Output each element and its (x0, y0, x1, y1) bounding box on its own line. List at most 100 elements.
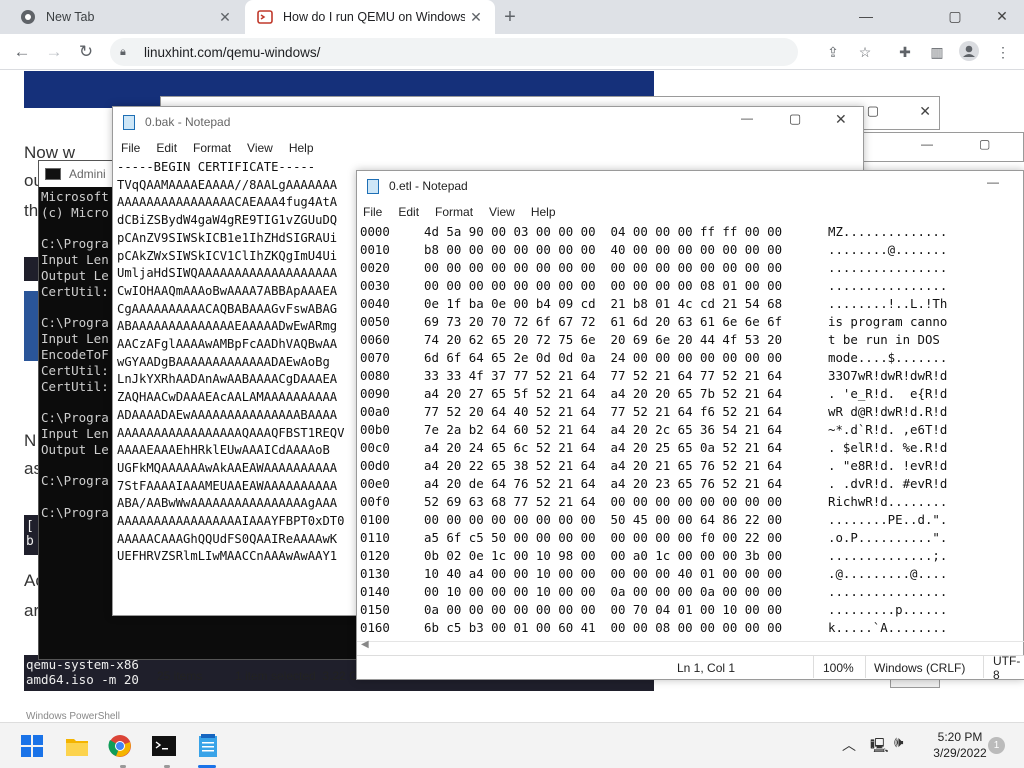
forward-icon[interactable]: → (42, 40, 66, 64)
hex-asc: . "e8R!d. !evR!d (828, 458, 948, 473)
close-icon[interactable]: ✕ (919, 103, 931, 120)
scroll-left-icon[interactable]: ◀ (361, 639, 369, 650)
hex-off: 0020 (360, 260, 390, 275)
hex-hex: 4d 5a 90 00 03 00 00 00 04 00 00 00 ff f… (424, 224, 783, 239)
hex-off: 00e0 (360, 476, 390, 491)
divider (983, 656, 984, 678)
tab-close-icon[interactable]: ✕ (214, 9, 236, 26)
hex-asc: ..............;. (828, 548, 948, 563)
clock-date[interactable]: 3/29/2022 (925, 746, 995, 760)
hex-hex: 00 00 00 00 00 00 00 00 50 45 00 00 64 8… (424, 512, 783, 527)
hex-hex: 00 10 00 00 00 10 00 00 0a 00 00 00 0a 0… (424, 584, 783, 599)
hex-asc: t be run in DOS (828, 332, 948, 347)
status-bar: Ln 1, Col 1 100% Windows (CRLF) UTF-8 (357, 653, 1024, 682)
hex-off: 0100 (360, 512, 390, 527)
hex-off: 00b0 (360, 422, 390, 437)
menu-help[interactable]: Help (289, 141, 314, 155)
hex-asc: 33O7wR!dwR!dwR!d (828, 368, 948, 383)
hex-row: 00c0 a4 20 24 65 6c 52 21 64 a4 20 25 65 … (360, 439, 1023, 457)
maximize-icon[interactable]: ▢ (979, 137, 990, 151)
maximize-icon[interactable]: ▢ (867, 103, 879, 119)
hex-hex: a4 20 de 64 76 52 21 64 a4 20 23 65 76 5… (424, 476, 783, 491)
hex-hex: 6d 6f 64 65 2e 0d 0d 0a 24 00 00 00 00 0… (424, 350, 783, 365)
window-title: 0.etl - Notepad (389, 179, 468, 193)
menu-file[interactable]: File (363, 205, 382, 219)
hex-asc: .@.........@.... (828, 566, 948, 581)
hex-row: 0000 4d 5a 90 00 03 00 00 00 04 00 00 00 … (360, 223, 1023, 241)
reload-icon[interactable]: ↻ (74, 40, 98, 64)
menu-format[interactable]: Format (193, 141, 231, 155)
hex-row: 00a0 77 52 20 64 40 52 21 64 77 52 21 64 … (360, 403, 1023, 421)
background-window: — ▢ (850, 132, 1024, 162)
article-text: ar (24, 601, 40, 620)
tab-new-tab[interactable]: New Tab ✕ (8, 0, 244, 34)
menu-kebab-icon[interactable]: ⋮ (992, 41, 1014, 63)
hex-off: 0060 (360, 332, 390, 347)
hex-off: 0150 (360, 602, 390, 617)
start-icon[interactable] (16, 730, 48, 762)
share-icon[interactable]: ⇪ (822, 41, 844, 63)
hex-row: 0060 74 20 62 65 20 72 75 6e 20 69 6e 20 … (360, 331, 1023, 349)
article-text: th (24, 201, 39, 220)
hex-hex: 0b 02 0e 1c 00 10 98 00 00 a0 1c 00 00 0… (424, 548, 783, 563)
close-button[interactable]: ✕ (835, 111, 847, 128)
divider (813, 656, 814, 678)
network-icon[interactable]: 🖳︎ (870, 735, 889, 759)
new-tab-button[interactable]: + (500, 6, 520, 29)
volume-icon[interactable]: 🕪︎ (894, 734, 903, 751)
notification-badge[interactable]: 1 (988, 737, 1005, 754)
notepad-etl-window[interactable]: 0.etl - Notepad — File Edit Format View … (356, 170, 1024, 682)
side-panel-icon[interactable]: ▥ (926, 41, 948, 63)
menu-format[interactable]: Format (435, 205, 473, 219)
status-zoom: 100% (823, 660, 854, 675)
minimize-button[interactable]: — (852, 4, 880, 28)
hex-hex: 74 20 62 65 20 72 75 6e 20 69 6e 20 44 4… (424, 332, 783, 347)
profile-avatar-icon[interactable] (958, 41, 980, 63)
notepad-icon (367, 178, 379, 194)
hex-hex: 33 33 4f 37 77 52 21 64 77 52 21 64 77 5… (424, 368, 783, 383)
clock-time[interactable]: 5:20 PM (925, 730, 995, 744)
address-bar[interactable]: 🔒︎ linuxhint.com/qemu-windows/ (110, 38, 798, 66)
maximize-button[interactable]: ▢ (789, 111, 801, 127)
notepad-taskbar-icon[interactable] (192, 730, 224, 762)
hex-asc: ................ (828, 278, 948, 293)
menu-edit[interactable]: Edit (156, 141, 177, 155)
back-icon[interactable]: ← (10, 40, 34, 64)
hex-asc: k.....`A........ (828, 620, 948, 635)
chrome-icon[interactable] (104, 730, 136, 762)
menu-file[interactable]: File (121, 141, 140, 155)
tab-close-icon[interactable]: ✕ (465, 9, 487, 26)
hex-off: 00c0 (360, 440, 390, 455)
extensions-icon[interactable]: ✚ (894, 41, 916, 63)
bookmark-star-icon[interactable]: ☆ (854, 41, 876, 63)
hex-off: 0050 (360, 314, 390, 329)
maximize-button[interactable]: ▢ (941, 4, 969, 28)
tab-active[interactable]: How do I run QEMU on Windows ✕ (245, 0, 495, 34)
text-editor[interactable]: 0000 4d 5a 90 00 03 00 00 00 04 00 00 00 … (357, 223, 1023, 639)
hex-row: 0130 10 40 a4 00 00 10 00 00 00 00 00 40 … (360, 565, 1023, 583)
hex-asc: .........p...... (828, 602, 948, 617)
hex-row: 00d0 a4 20 22 65 38 52 21 64 a4 20 21 65 … (360, 457, 1023, 475)
hex-asc: mode....$....... (828, 350, 948, 365)
minimize-icon[interactable]: — (921, 137, 933, 151)
menu-edit[interactable]: Edit (398, 205, 419, 219)
close-button[interactable]: ✕ (988, 4, 1016, 28)
status-encoding: UTF-8 (993, 653, 1021, 682)
hex-hex: 69 73 20 70 72 6f 67 72 61 6d 20 63 61 6… (424, 314, 783, 329)
hex-row: 00b0 7e 2a b2 64 60 52 21 64 a4 20 2c 65 … (360, 421, 1023, 439)
horizontal-scrollbar[interactable]: ◀ (357, 639, 1024, 655)
menu-view[interactable]: View (247, 141, 273, 155)
menu-view[interactable]: View (489, 205, 515, 219)
hex-off: 0090 (360, 386, 390, 401)
hex-asc: .o.P..........". (828, 530, 948, 545)
file-explorer-icon[interactable] (61, 730, 93, 762)
hex-off: 0110 (360, 530, 390, 545)
terminal-icon[interactable] (148, 730, 180, 762)
minimize-button[interactable]: — (987, 175, 999, 189)
notepad-titlebar[interactable]: 0.etl - Notepad (357, 171, 1023, 201)
hex-asc: MZ.............. (828, 224, 948, 239)
hex-asc: is program canno (828, 314, 948, 329)
minimize-button[interactable]: — (741, 111, 753, 125)
menu-help[interactable]: Help (531, 205, 556, 219)
chevron-up-icon[interactable]: ︿ (842, 735, 856, 755)
